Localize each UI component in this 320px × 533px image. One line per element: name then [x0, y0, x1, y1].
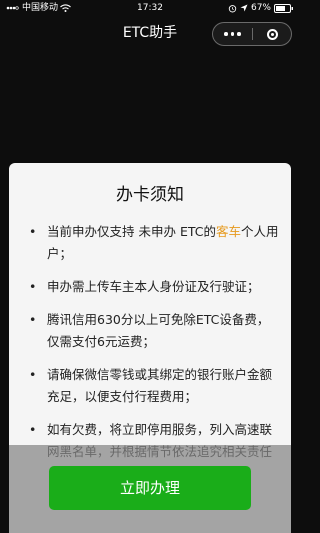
dialog-footer: 立即办理	[9, 445, 291, 533]
status-bar: 中国移动 17:32 67%	[0, 0, 300, 16]
miniprogram-capsule	[212, 22, 292, 46]
apply-now-button[interactable]: 立即办理	[49, 466, 251, 510]
notice-list[interactable]: • 当前申办仅支持 未申办 ETC的客车个人用户； • 申办需上传车主本人身份证…	[29, 221, 281, 474]
dialog-title: 办卡须知	[116, 185, 184, 205]
notice-text: 腾讯信用630分以上可免除ETC设备费，仅需支付6元运费；	[47, 312, 270, 349]
bullet: •	[29, 224, 37, 239]
notice-item: • 申办需上传车主本人身份证及行驶证；	[29, 276, 281, 298]
location-icon	[240, 4, 248, 12]
more-icon[interactable]	[213, 23, 252, 45]
notice-item: • 请确保微信零钱或其绑定的银行账户金额充足，以便支付行程费用；	[29, 364, 281, 408]
alarm-icon	[228, 4, 237, 12]
close-miniprogram-icon[interactable]	[253, 23, 291, 45]
notice-text: 当前申办仅支持 未申办 ETC的客车个人用户；	[47, 221, 281, 265]
notice-item: • 当前申办仅支持 未申办 ETC的客车个人用户；	[29, 221, 281, 265]
notice-text: 请确保微信零钱或其绑定的银行账户金额充足，以便支付行程费用；	[47, 367, 273, 404]
notice-text-before: 当前申办仅支持 未申办 ETC的	[47, 224, 216, 239]
status-right: 67%	[228, 0, 294, 16]
bullet: •	[29, 312, 37, 327]
notice-item: • 腾讯信用630分以上可免除ETC设备费，仅需支付6元运费；	[29, 309, 281, 353]
nav-bar: ETC助手	[0, 16, 300, 50]
notice-dialog: 办卡须知 • 当前申办仅支持 未申办 ETC的客车个人用户； • 申办需上传车主…	[9, 163, 291, 533]
notice-text: 申办需上传车主本人身份证及行驶证；	[47, 279, 260, 294]
bullet: •	[29, 279, 37, 294]
vehicle-type-highlight: 客车	[215, 224, 241, 239]
battery-percent: 67%	[250, 3, 271, 13]
bullet: •	[29, 367, 37, 382]
battery-icon	[274, 3, 293, 13]
